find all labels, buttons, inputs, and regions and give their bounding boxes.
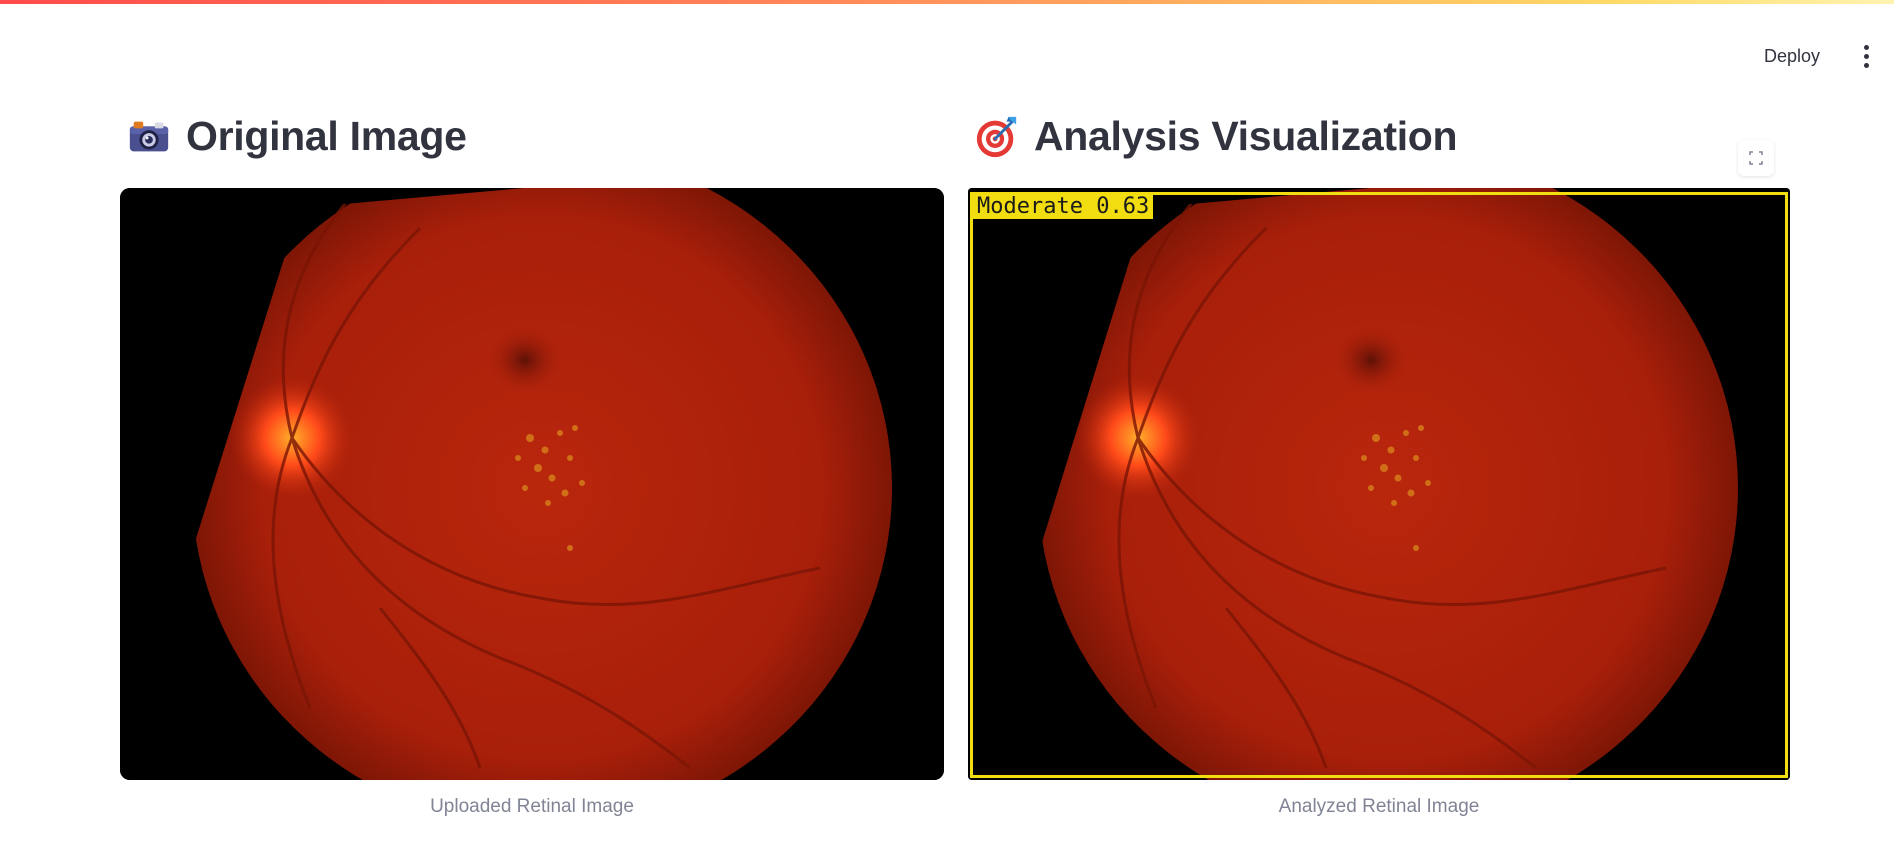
analysis-column: Analysis Visualization Moderate 0.63 Ana… <box>968 110 1790 818</box>
analysis-heading: Analysis Visualization <box>974 110 1790 162</box>
kebab-menu-icon[interactable] <box>1856 40 1876 74</box>
analyzed-image-caption: Analyzed Retinal Image <box>1278 796 1480 817</box>
analysis-title: Analysis Visualization <box>1034 112 1458 159</box>
original-image-heading: Original Image <box>126 110 944 162</box>
original-image-column: Original Image Uploaded Retinal Image <box>120 110 944 818</box>
expand-icon <box>1749 151 1763 165</box>
fullscreen-button[interactable] <box>1738 140 1774 176</box>
deploy-button[interactable]: Deploy <box>1754 38 1830 75</box>
analyzed-retinal-image: Moderate 0.63 <box>968 188 1790 780</box>
uploaded-retinal-image <box>120 188 944 780</box>
uploaded-image-caption: Uploaded Retinal Image <box>430 796 634 817</box>
original-image-title: Original Image <box>186 112 467 159</box>
camera-icon <box>129 121 169 152</box>
top-accent-bar <box>0 0 1894 4</box>
app-header: Deploy <box>1754 38 1876 75</box>
target-icon <box>976 116 1017 158</box>
